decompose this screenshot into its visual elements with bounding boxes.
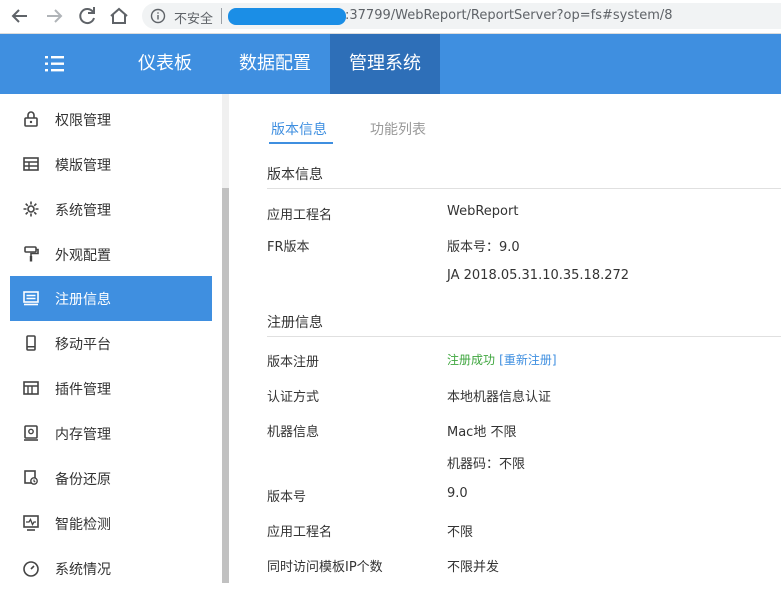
home-icon[interactable] [107, 4, 131, 28]
row-value: Mac地 不限 [447, 425, 517, 440]
app-header: 仪表板 数据配置 管理系统 [0, 34, 781, 94]
sidebar-item-label: 模版管理 [55, 158, 111, 174]
row-label: 应用工程名 [267, 525, 333, 540]
address-bar[interactable]: 不安全 :37799/WebReport/ReportServer?op=fs#… [142, 3, 781, 29]
row-label: 同时访问模板IP个数 [267, 560, 383, 575]
row-value: 本地机器信息认证 [447, 390, 552, 405]
active-tab-underline [269, 142, 333, 144]
memory-icon [22, 424, 40, 442]
paint-roller-icon [22, 245, 40, 263]
sidebar-item-label: 插件管理 [55, 382, 111, 398]
section-divider [267, 336, 781, 337]
sidebar-item-label: 系统管理 [55, 203, 111, 219]
tab-version-info[interactable]: 版本信息 [271, 119, 327, 139]
gear-icon [22, 200, 40, 218]
back-arrow-icon[interactable] [8, 4, 32, 28]
row-value: 不限并发 [447, 560, 500, 575]
registration-icon [22, 289, 40, 307]
sidebar-item-label: 外观配置 [55, 248, 111, 264]
plugin-grid-icon [22, 379, 40, 397]
monitor-pulse-icon [22, 514, 40, 532]
sidebar-item-label: 移动平台 [55, 337, 111, 353]
sidebar-item-plugins[interactable]: 插件管理 [10, 366, 212, 411]
sidebar-item-label: 智能检测 [55, 517, 111, 533]
sidebar-scrollbar-thumb[interactable] [222, 188, 229, 583]
table-icon [22, 155, 40, 173]
url-path: :37799/WebReport/ReportServer?op=fs#syst… [345, 8, 673, 23]
sidebar-item-mobile[interactable]: 移动平台 [10, 321, 212, 366]
sidebar-item-label: 备份还原 [55, 472, 111, 488]
row-label: 应用工程名 [267, 208, 333, 223]
row-label: 版本号 [267, 490, 307, 505]
lock-icon [22, 110, 40, 128]
sidebar-item-label: 系统情况 [55, 562, 111, 578]
row-label: 认证方式 [267, 390, 320, 405]
version-section-title: 版本信息 [267, 167, 323, 183]
gauge-icon [22, 559, 40, 577]
reload-icon[interactable] [75, 4, 99, 28]
sidebar-item-label: 注册信息 [55, 292, 111, 308]
register-section-title: 注册信息 [267, 315, 323, 331]
tab-data-config[interactable]: 数据配置 [225, 34, 325, 94]
tab-management-system[interactable]: 管理系统 [330, 34, 440, 94]
registration-status: 注册成功 [重新注册] [447, 351, 557, 368]
menu-list-icon[interactable] [44, 53, 66, 75]
row-label: 机器信息 [267, 425, 320, 440]
sidebar-item-memory[interactable]: 内存管理 [10, 411, 212, 456]
row-value: 不限 [447, 525, 474, 540]
row-label: 版本注册 [267, 355, 320, 370]
insecure-label: 不安全 [174, 12, 214, 27]
sidebar-item-smart-check[interactable]: 智能检测 [10, 501, 212, 546]
redacted-host [228, 8, 346, 25]
row-value: 9.0 [447, 486, 468, 501]
forward-arrow-icon[interactable] [42, 4, 66, 28]
sidebar-item-appearance[interactable]: 外观配置 [10, 232, 212, 277]
sidebar-item-permissions[interactable]: 权限管理 [10, 97, 212, 142]
tab-dashboard[interactable]: 仪表板 [125, 34, 205, 94]
backup-icon [22, 469, 40, 487]
browser-toolbar: 不安全 :37799/WebReport/ReportServer?op=fs#… [0, 0, 781, 34]
sidebar-item-system[interactable]: 系统管理 [10, 187, 212, 232]
row-label: FR版本 [267, 240, 310, 255]
mobile-phone-icon [22, 334, 40, 352]
reregister-link[interactable]: [重新注册] [499, 353, 556, 367]
address-separator [221, 8, 222, 24]
build-info: JA 2018.05.31.10.35.18.272 [447, 268, 630, 283]
sidebar-item-label: 权限管理 [55, 113, 111, 129]
main-panel: 版本信息 功能列表 版本信息 应用工程名 WebReport FR版本 版本号：… [229, 94, 781, 583]
sidebar-item-label: 内存管理 [55, 427, 111, 443]
info-icon[interactable] [150, 8, 166, 24]
sidebar-item-backup[interactable]: 备份还原 [10, 456, 212, 501]
row-value: WebReport [447, 204, 519, 219]
machine-code: 机器码：不限 [447, 457, 526, 472]
sidebar-item-system-status[interactable]: 系统情况 [10, 546, 212, 591]
status-success: 注册成功 [447, 353, 496, 367]
row-value: 版本号：9.0 [447, 240, 520, 255]
sidebar-item-registration[interactable]: 注册信息 [10, 276, 212, 321]
tab-feature-list[interactable]: 功能列表 [370, 119, 426, 139]
section-divider [267, 188, 781, 189]
sidebar-item-templates[interactable]: 模版管理 [10, 142, 212, 187]
